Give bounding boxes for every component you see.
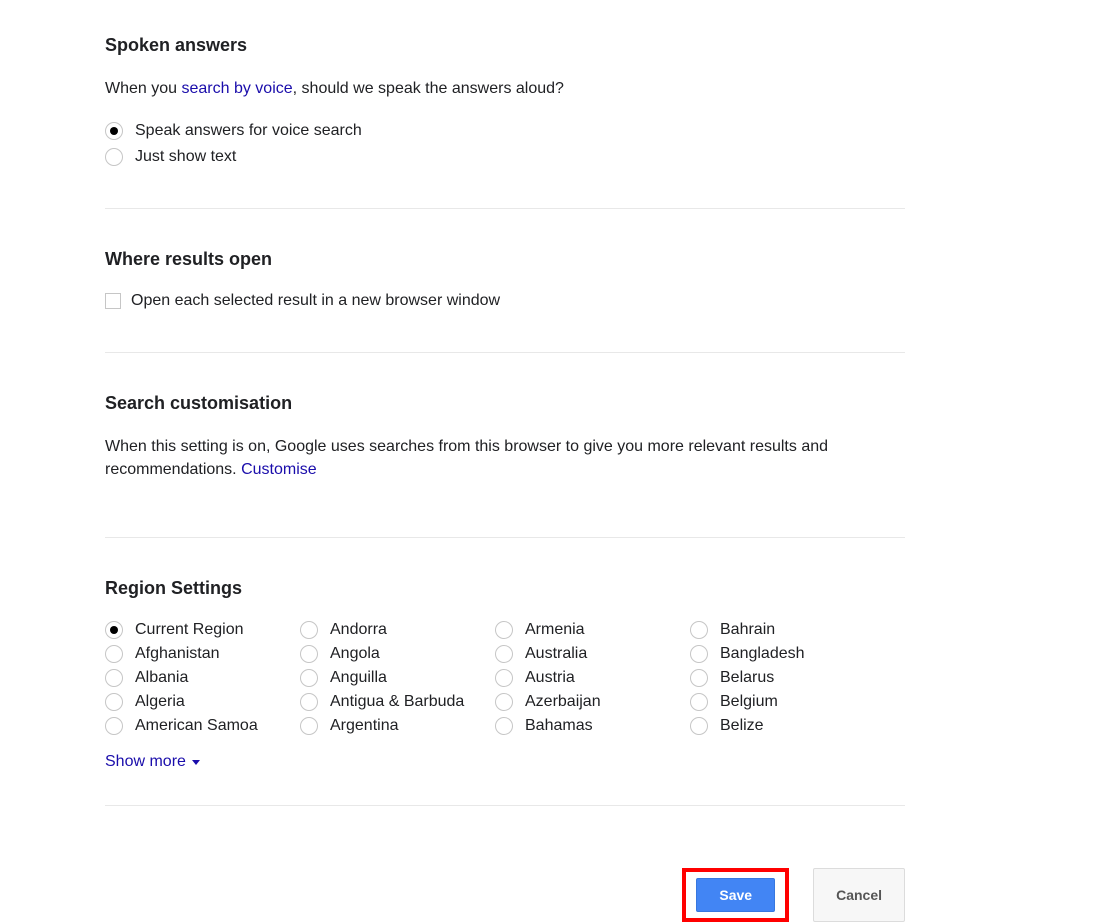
search-customisation-section: Search customisation When this setting i… bbox=[105, 393, 905, 538]
spoken-answers-title: Spoken answers bbox=[105, 35, 905, 56]
radio-icon[interactable] bbox=[105, 693, 123, 711]
spoken-desc-prefix: When you bbox=[105, 80, 181, 97]
region-option-label: Afghanistan bbox=[135, 645, 220, 663]
region-option-label: Belarus bbox=[720, 669, 774, 687]
region-option-label: Anguilla bbox=[330, 669, 387, 687]
save-highlight-box: Save bbox=[682, 868, 789, 922]
where-results-open-section: Where results open Open each selected re… bbox=[105, 249, 905, 353]
radio-icon[interactable] bbox=[300, 669, 318, 687]
region-option-label: Bahamas bbox=[525, 717, 593, 735]
region-option-row[interactable]: Argentina bbox=[300, 717, 495, 735]
spoken-answers-section: Spoken answers When you search by voice,… bbox=[105, 35, 905, 209]
radio-icon[interactable] bbox=[300, 717, 318, 735]
open-new-window-checkbox[interactable] bbox=[105, 293, 121, 309]
radio-icon[interactable] bbox=[105, 717, 123, 735]
region-option-label: Albania bbox=[135, 669, 188, 687]
region-option-row[interactable]: Bahamas bbox=[495, 717, 690, 735]
radio-icon[interactable] bbox=[690, 669, 708, 687]
region-option-row[interactable]: Azerbaijan bbox=[495, 693, 690, 711]
region-option-row[interactable]: Andorra bbox=[300, 621, 495, 639]
actions-row: Save Cancel bbox=[105, 846, 905, 922]
region-option-row[interactable]: Antigua & Barbuda bbox=[300, 693, 495, 711]
region-option-label: Austria bbox=[525, 669, 575, 687]
radio-icon[interactable] bbox=[300, 621, 318, 639]
region-option-label: Bahrain bbox=[720, 621, 775, 639]
where-results-title: Where results open bbox=[105, 249, 905, 270]
show-more-label: Show more bbox=[105, 753, 186, 771]
customisation-desc-text: When this setting is on, Google uses sea… bbox=[105, 438, 828, 477]
region-option-row[interactable]: Angola bbox=[300, 645, 495, 663]
region-option-label: Current Region bbox=[135, 621, 244, 639]
region-option-row[interactable]: Belize bbox=[690, 717, 885, 735]
region-option-row[interactable]: Belgium bbox=[690, 693, 885, 711]
radio-icon[interactable] bbox=[105, 122, 123, 140]
region-option-label: Armenia bbox=[525, 621, 585, 639]
region-option-label: Argentina bbox=[330, 717, 399, 735]
radio-icon[interactable] bbox=[105, 621, 123, 639]
radio-icon[interactable] bbox=[690, 693, 708, 711]
spoken-option-label: Just show text bbox=[135, 148, 236, 166]
region-option-row[interactable]: Bangladesh bbox=[690, 645, 885, 663]
customise-link[interactable]: Customise bbox=[241, 461, 317, 478]
region-option-label: Azerbaijan bbox=[525, 693, 601, 711]
region-option-row[interactable]: American Samoa bbox=[105, 717, 300, 735]
spoken-option-row[interactable]: Just show text bbox=[105, 148, 905, 166]
region-settings-section: Region Settings Current Region Andorra Arm… bbox=[105, 578, 905, 806]
radio-icon[interactable] bbox=[495, 669, 513, 687]
region-option-label: Algeria bbox=[135, 693, 185, 711]
radio-icon[interactable] bbox=[300, 645, 318, 663]
radio-icon[interactable] bbox=[105, 669, 123, 687]
radio-icon[interactable] bbox=[495, 645, 513, 663]
region-option-row[interactable]: Anguilla bbox=[300, 669, 495, 687]
region-option-label: Belize bbox=[720, 717, 764, 735]
region-option-label: Angola bbox=[330, 645, 380, 663]
region-option-row[interactable]: Current Region bbox=[105, 621, 300, 639]
caret-down-icon bbox=[192, 760, 200, 765]
search-customisation-desc: When this setting is on, Google uses sea… bbox=[105, 436, 905, 481]
radio-icon[interactable] bbox=[105, 645, 123, 663]
region-option-label: Australia bbox=[525, 645, 587, 663]
region-option-row[interactable]: Algeria bbox=[105, 693, 300, 711]
open-new-window-label: Open each selected result in a new brows… bbox=[131, 292, 500, 310]
spoken-desc-suffix: , should we speak the answers aloud? bbox=[293, 80, 564, 97]
spoken-option-label: Speak answers for voice search bbox=[135, 122, 362, 140]
region-option-row[interactable]: Australia bbox=[495, 645, 690, 663]
region-option-label: Bangladesh bbox=[720, 645, 805, 663]
region-option-row[interactable]: Belarus bbox=[690, 669, 885, 687]
region-option-label: Andorra bbox=[330, 621, 387, 639]
show-more-link[interactable]: Show more bbox=[105, 753, 200, 771]
region-option-row[interactable]: Austria bbox=[495, 669, 690, 687]
radio-icon[interactable] bbox=[495, 693, 513, 711]
cancel-button[interactable]: Cancel bbox=[813, 868, 905, 922]
region-option-label: American Samoa bbox=[135, 717, 258, 735]
save-button[interactable]: Save bbox=[696, 878, 775, 912]
search-customisation-title: Search customisation bbox=[105, 393, 905, 414]
region-settings-title: Region Settings bbox=[105, 578, 905, 599]
radio-icon[interactable] bbox=[495, 621, 513, 639]
radio-icon[interactable] bbox=[690, 621, 708, 639]
radio-icon[interactable] bbox=[300, 693, 318, 711]
region-option-row[interactable]: Afghanistan bbox=[105, 645, 300, 663]
spoken-option-row[interactable]: Speak answers for voice search bbox=[105, 122, 905, 140]
region-option-row[interactable]: Albania bbox=[105, 669, 300, 687]
radio-icon[interactable] bbox=[690, 645, 708, 663]
radio-icon[interactable] bbox=[690, 717, 708, 735]
search-by-voice-link[interactable]: search by voice bbox=[181, 80, 292, 97]
open-new-window-row[interactable]: Open each selected result in a new brows… bbox=[105, 292, 905, 310]
region-option-label: Belgium bbox=[720, 693, 778, 711]
region-option-row[interactable]: Armenia bbox=[495, 621, 690, 639]
region-grid: Current Region Andorra Armenia Bahrain Afgha… bbox=[105, 621, 905, 735]
region-option-label: Antigua & Barbuda bbox=[330, 693, 464, 711]
region-option-row[interactable]: Bahrain bbox=[690, 621, 885, 639]
spoken-answers-desc: When you search by voice, should we spea… bbox=[105, 78, 905, 100]
radio-icon[interactable] bbox=[105, 148, 123, 166]
radio-icon[interactable] bbox=[495, 717, 513, 735]
